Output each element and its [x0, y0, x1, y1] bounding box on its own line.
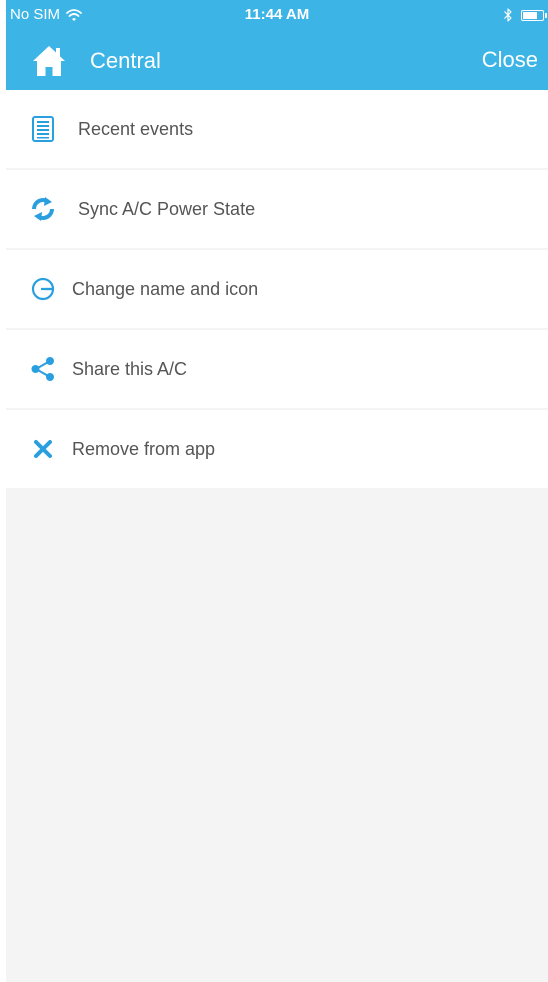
battery-icon — [521, 9, 547, 21]
nav-bar: Central Close — [6, 30, 548, 90]
menu-list: Recent events Sync A/C Power State Chang… — [6, 90, 548, 490]
menu-item-label: Sync A/C Power State — [78, 199, 256, 219]
home-icon[interactable] — [31, 44, 67, 78]
close-button[interactable]: Close — [482, 48, 538, 72]
menu-item-change-name[interactable]: Change name and icon — [6, 250, 548, 328]
menu-item-label: Change name and icon — [72, 279, 259, 299]
edit-circle-icon — [31, 277, 55, 301]
menu-item-label: Share this A/C — [72, 359, 188, 379]
menu-item-remove[interactable]: Remove from app — [6, 410, 548, 488]
menu-item-sync-power[interactable]: Sync A/C Power State — [6, 170, 548, 248]
menu-item-share[interactable]: Share this A/C — [6, 330, 548, 408]
bluetooth-icon — [504, 8, 512, 22]
battery-tip — [545, 12, 547, 18]
page-title: Central — [90, 48, 161, 73]
status-right — [503, 7, 547, 23]
battery-level — [523, 11, 538, 19]
status-bar: No SIM 11:44 AM — [6, 0, 548, 30]
menu-item-recent-events[interactable]: Recent events — [6, 90, 548, 168]
share-icon — [31, 357, 54, 381]
list-document-icon — [32, 116, 54, 142]
close-x-icon — [34, 440, 52, 458]
app-screen: No SIM 11:44 AM Central Close Recent eve… — [6, 0, 548, 982]
menu-item-label: Recent events — [78, 119, 194, 139]
menu-item-label: Remove from app — [72, 439, 216, 459]
status-time: 11:44 AM — [244, 6, 310, 23]
sync-arrows-icon — [31, 197, 55, 221]
